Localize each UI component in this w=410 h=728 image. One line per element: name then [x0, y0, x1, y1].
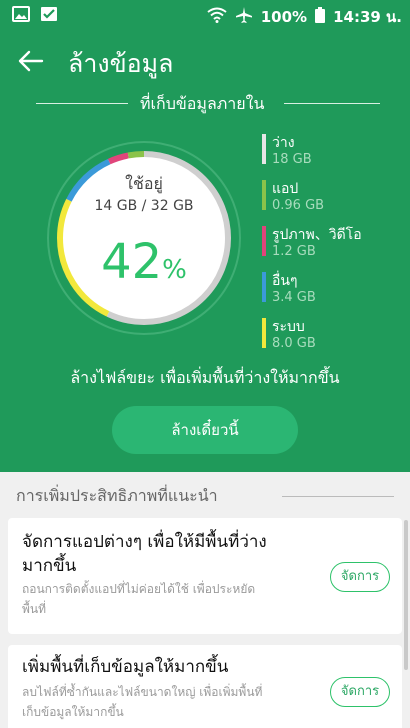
legend-swatch — [262, 226, 266, 256]
legend-value: 1.2 GB — [272, 244, 316, 259]
battery-icon — [315, 7, 326, 27]
manage-storage-button[interactable]: จัดการ — [330, 677, 390, 707]
status-time: 14:39 น. — [333, 8, 402, 26]
legend-label: ว่าง — [272, 135, 295, 151]
task-check-icon — [40, 6, 58, 26]
clean-now-button[interactable]: ล้างเดี๋ยวนี้ — [112, 406, 298, 454]
legend-item-others: อื่นๆ 3.4 GB — [262, 268, 402, 306]
used-percent-sign: % — [162, 255, 187, 285]
legend-label: ระบบ — [272, 319, 305, 335]
status-bar: 100% 14:39 น. — [0, 0, 410, 30]
legend-value: 0.96 GB — [272, 198, 325, 213]
used-label: ใช้อยู่ — [125, 174, 163, 193]
page-title: ล้างข้อมูล — [68, 49, 174, 78]
card-desc-line1: ลบไฟล์ที่ซ้ำกันและไฟล์ขนาดใหญ่ เพื่อเพิ่… — [22, 685, 263, 699]
recommendations-heading: การเพิ่มประสิทธิภาพที่แนะนำ — [0, 480, 410, 510]
scrollbar[interactable] — [404, 520, 408, 670]
card-desc-line1: ถอนการติดตั้งแอปที่ไม่ค่อยได้ใช้ เพื่อปร… — [22, 582, 256, 596]
internal-storage-heading: ที่เก็บข้อมูลภายใน — [36, 92, 380, 116]
legend-label: รูปภาพ、วิดีโอ — [272, 227, 362, 243]
divider-right — [284, 103, 380, 104]
legend-value: 3.4 GB — [272, 290, 316, 305]
legend-value: 18 GB — [272, 152, 312, 167]
battery-level: 100% — [260, 8, 308, 26]
airplane-mode-icon — [235, 6, 253, 28]
card-desc-line2: พื้นที่ — [22, 602, 47, 616]
card-title-line1: เพิ่มพื้นที่เก็บข้อมูลให้มากขึ้น — [22, 657, 229, 677]
card-title-line1: จัดการแอปต่างๆ เพื่อให้มีพื้นที่ว่าง — [22, 532, 267, 552]
legend-label: แอป — [272, 181, 299, 197]
junk-info-text: ล้างไฟล์ขยะ เพื่อเพิ่มพื้นที่ว่างให้มากข… — [70, 368, 340, 387]
recommendations-title: การเพิ่มประสิทธิภาพที่แนะนำ — [16, 486, 218, 505]
app-bar: ล้างข้อมูล — [0, 36, 410, 86]
arrow-left-icon — [14, 50, 48, 82]
legend-label: อื่นๆ — [272, 273, 298, 289]
legend-value: 8.0 GB — [272, 336, 316, 351]
used-value: 14 GB / 32 GB — [94, 198, 194, 214]
legend-item-photos-videos: รูปภาพ、วิดีโอ 1.2 GB — [262, 222, 402, 260]
used-percent: 42% — [88, 234, 200, 290]
legend-swatch — [262, 134, 266, 164]
divider-left — [36, 103, 128, 104]
back-button[interactable] — [14, 44, 48, 78]
legend-swatch — [262, 318, 266, 348]
card-desc-line2: เก็บข้อมูลให้มากขึ้น — [22, 705, 124, 719]
recommendation-card-manage-apps[interactable]: จัดการแอปต่างๆ เพื่อให้มีพื้นที่ว่าง มาก… — [8, 518, 402, 634]
card-title-line2: มากขึ้น — [22, 556, 77, 576]
section-title: ที่เก็บข้อมูลภายใน — [140, 94, 265, 113]
legend-item-system: ระบบ 8.0 GB — [262, 314, 402, 352]
legend-swatch — [262, 180, 266, 210]
legend-swatch — [262, 272, 266, 302]
legend-item-apps: แอป 0.96 GB — [262, 176, 402, 214]
recommendations-divider — [282, 496, 394, 497]
image-notification-icon — [12, 6, 30, 26]
recommendation-card-free-storage[interactable]: เพิ่มพื้นที่เก็บข้อมูลให้มากขึ้น ลบไฟล์ท… — [8, 645, 402, 728]
used-percent-number: 42 — [101, 234, 163, 290]
wifi-icon — [207, 7, 227, 27]
legend-item-free: ว่าง 18 GB — [262, 130, 402, 168]
manage-apps-button[interactable]: จัดการ — [330, 562, 390, 592]
